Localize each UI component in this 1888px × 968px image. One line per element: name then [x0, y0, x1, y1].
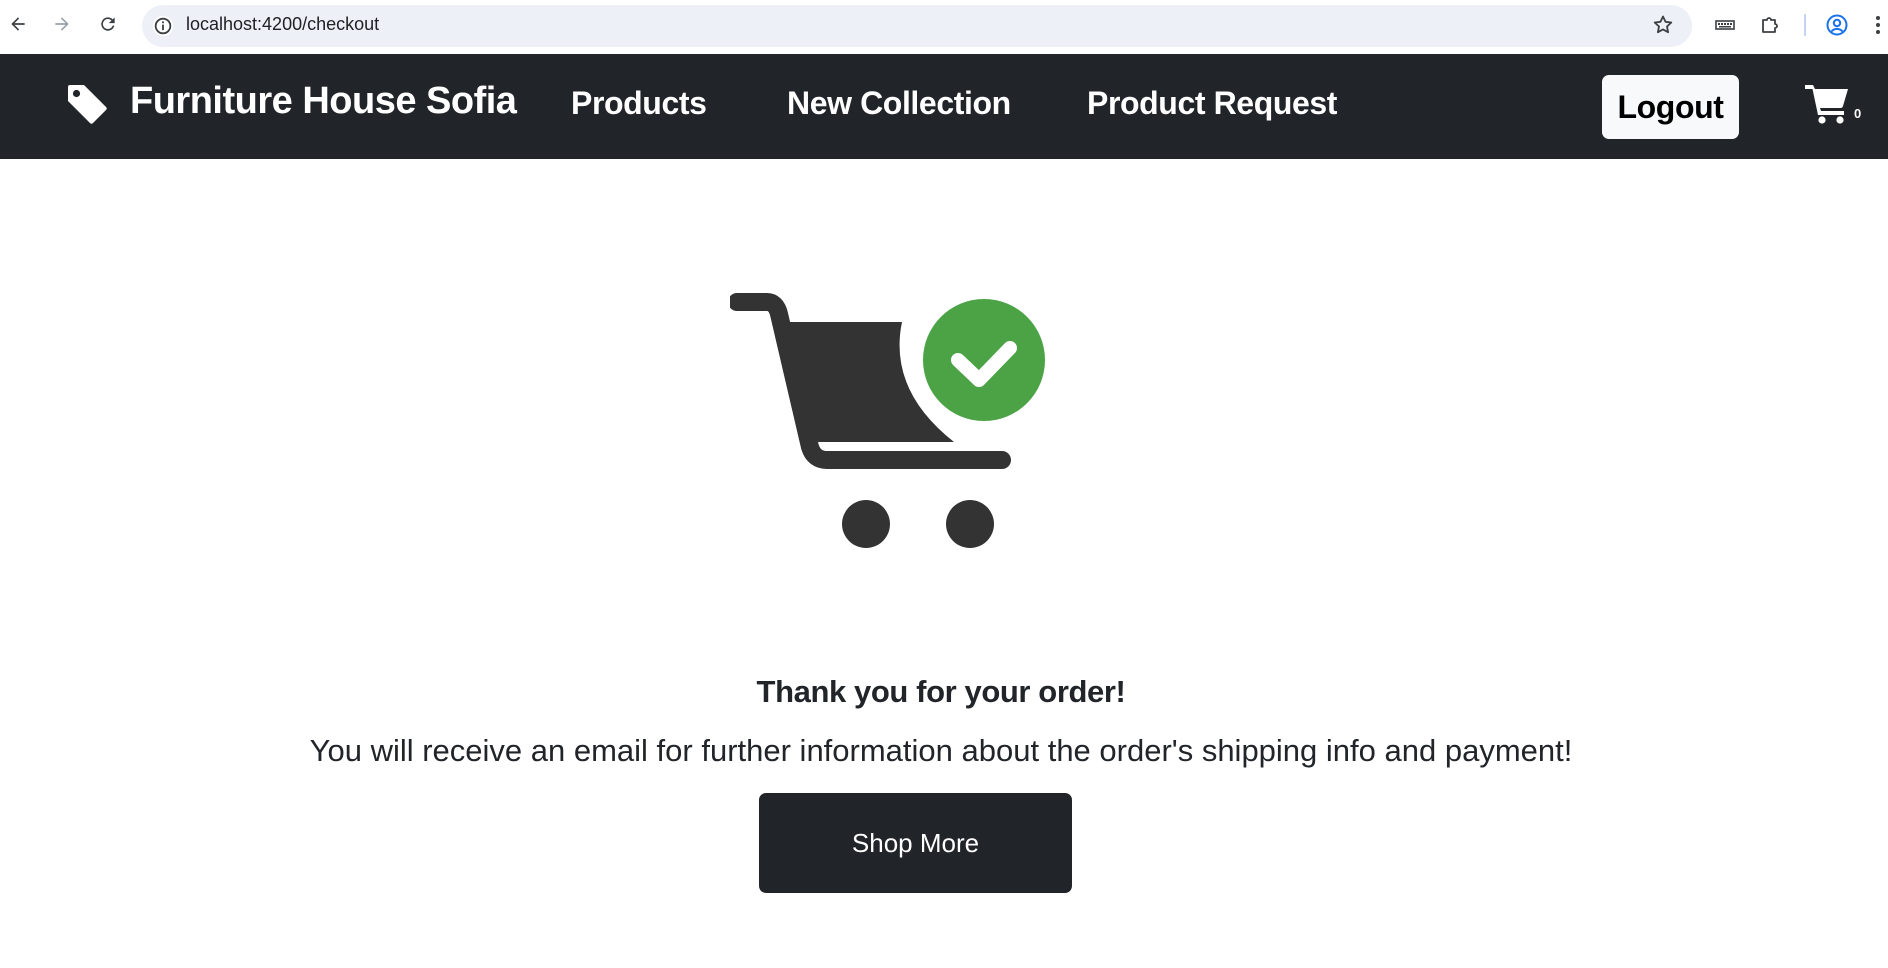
puzzle-icon[interactable] — [1759, 13, 1783, 37]
more-vert-icon[interactable] — [1870, 13, 1886, 37]
url-text[interactable]: localhost:4200/checkout — [186, 14, 379, 35]
logout-button[interactable]: Logout — [1602, 75, 1739, 139]
nav-link-product-request[interactable]: Product Request — [1087, 85, 1337, 122]
nav-link-products[interactable]: Products — [571, 85, 707, 122]
profile-icon[interactable] — [1825, 13, 1849, 37]
bookmark-star-icon[interactable] — [1651, 13, 1675, 37]
extension-icon[interactable] — [1713, 13, 1737, 37]
brand-link[interactable]: Furniture House Sofia — [130, 80, 517, 123]
tag-icon — [68, 85, 107, 124]
back-arrow-icon[interactable] — [6, 12, 30, 36]
reload-icon[interactable] — [96, 12, 120, 36]
browser-toolbar: localhost:4200/checkout — [0, 0, 1888, 54]
cart-success-icon — [730, 293, 1045, 548]
shop-more-button[interactable]: Shop More — [759, 793, 1072, 893]
toolbar-divider — [1804, 14, 1806, 36]
site-info-icon[interactable] — [152, 15, 174, 37]
order-confirmation-title: Thank you for your order! — [756, 674, 1126, 709]
nav-link-new-collection[interactable]: New Collection — [787, 85, 1011, 122]
cart-count-badge: 0 — [1854, 106, 1862, 121]
order-confirmation-message: You will receive an email for further in… — [309, 733, 1573, 768]
shopping-cart-icon[interactable] — [1804, 82, 1850, 124]
forward-arrow-icon[interactable] — [50, 12, 74, 36]
